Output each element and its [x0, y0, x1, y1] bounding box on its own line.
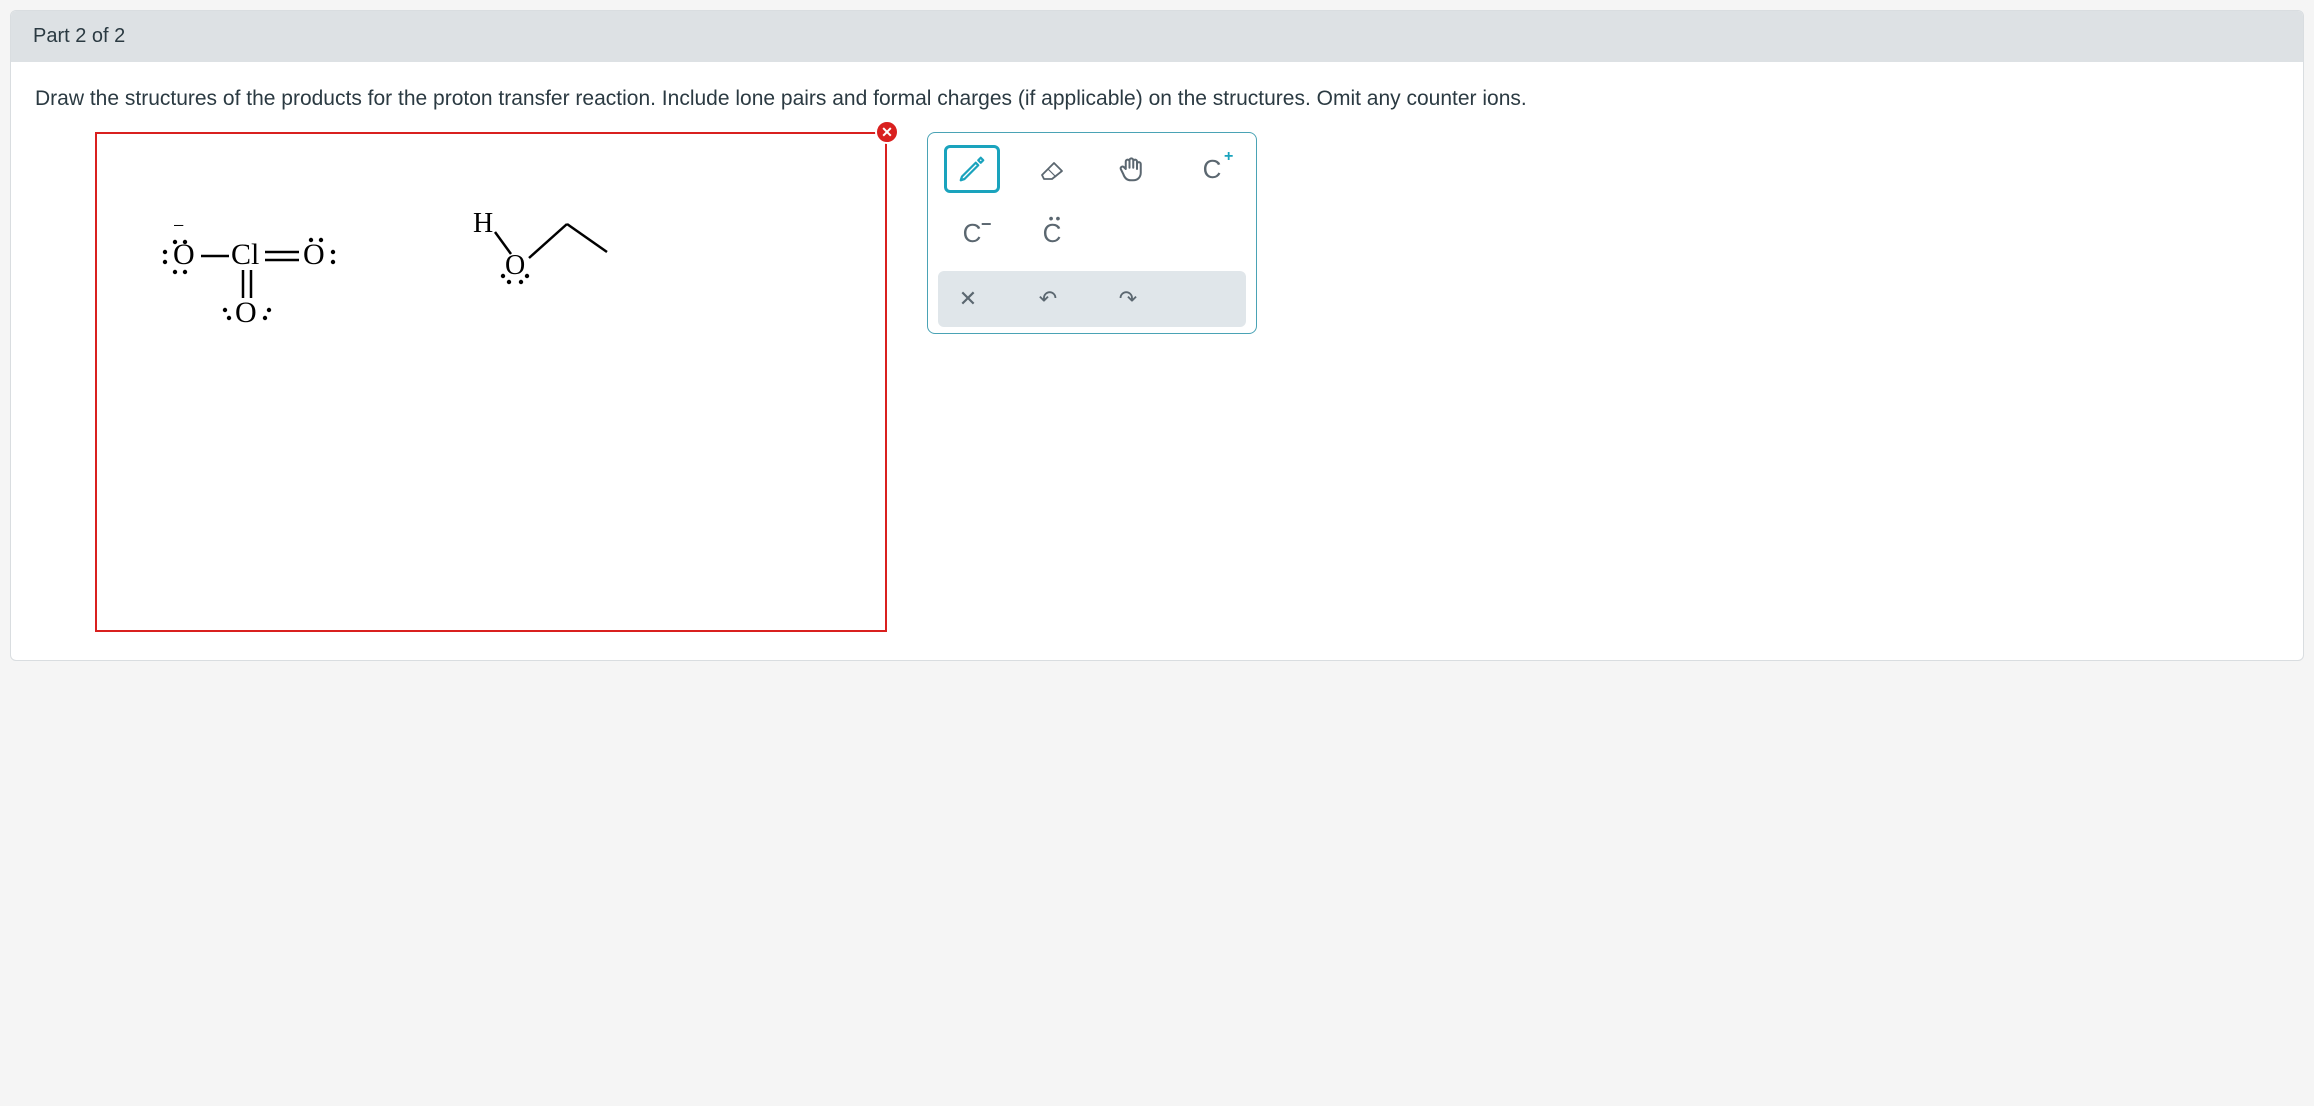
content-area: Draw the structures of the products for … [11, 62, 2303, 660]
left-o-atom: O [173, 238, 195, 271]
close-icon: ✕ [959, 286, 977, 312]
tool-row-1: C + [938, 143, 1246, 199]
work-area: − O Cl O [35, 132, 2279, 632]
h-atom: H [473, 210, 493, 239]
structure-chlorate[interactable]: − O Cl O [153, 218, 353, 366]
move-tool-button[interactable] [1104, 145, 1160, 193]
hand-icon [1117, 154, 1147, 184]
pencil-icon [957, 154, 987, 184]
question-prompt: Draw the structures of the products for … [35, 84, 2279, 114]
part-label: Part 2 of 2 [33, 25, 125, 47]
erase-tool-button[interactable] [1024, 145, 1080, 193]
error-x: ✕ [881, 124, 893, 141]
left-o-charge: − [173, 218, 184, 237]
redo-button[interactable]: ↷ [1106, 281, 1150, 317]
undo-icon: ↶ [1039, 286, 1057, 312]
add-negative-charge-button[interactable]: C − [944, 209, 1000, 257]
chlorate-svg: − O Cl O [153, 218, 353, 358]
o-atom: O [505, 250, 525, 281]
add-positive-charge-button[interactable]: C + [1184, 145, 1240, 193]
ether-svg: H O [467, 210, 637, 300]
structure-ether[interactable]: H O [467, 210, 637, 308]
canvas-wrap: − O Cl O [95, 132, 887, 632]
add-lone-pair-button[interactable]: •• C [1024, 209, 1080, 257]
error-badge-icon: ✕ [875, 120, 899, 144]
part-header: Part 2 of 2 [11, 11, 2303, 62]
c-plus-label: C + [1203, 154, 1222, 185]
cl-atom: Cl [231, 238, 259, 271]
c-lonepair-label: •• C [1043, 218, 1062, 249]
right-o-atom: O [303, 238, 325, 271]
c-minus-label: C − [963, 218, 982, 249]
redo-icon: ↷ [1119, 286, 1137, 312]
toolbox: C + C − •• C [927, 132, 1257, 334]
clear-button[interactable]: ✕ [946, 281, 990, 317]
question-card: Part 2 of 2 Draw the structures of the p… [10, 10, 2304, 661]
drawing-canvas[interactable]: − O Cl O [95, 132, 887, 632]
eraser-icon [1036, 154, 1068, 184]
tool-row-2: C − •• C [938, 207, 1246, 263]
action-row: ✕ ↶ ↷ [938, 271, 1246, 327]
draw-tool-button[interactable] [944, 145, 1000, 193]
undo-button[interactable]: ↶ [1026, 281, 1070, 317]
bottom-o-atom: O [235, 296, 257, 329]
